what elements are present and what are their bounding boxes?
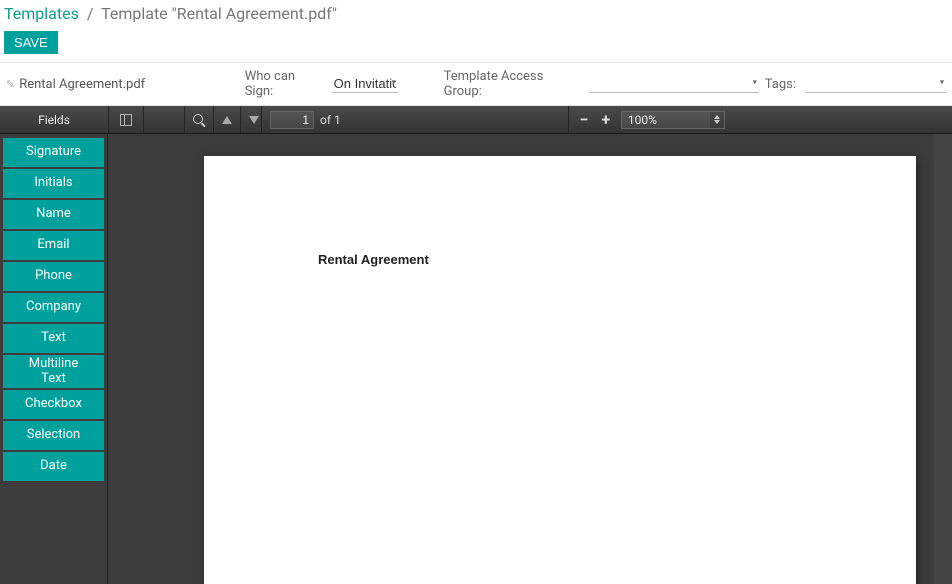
workspace: Signature Initials Name Email Phone Comp… bbox=[0, 134, 952, 584]
field-date[interactable]: Date bbox=[3, 452, 104, 481]
filename-display[interactable]: ✎ Rental Agreement.pdf bbox=[6, 77, 233, 92]
zoom-out-button[interactable]: − bbox=[577, 110, 591, 129]
page-indicator: of 1 bbox=[261, 106, 349, 133]
toggle-sidebar-button[interactable] bbox=[108, 106, 144, 133]
search-button[interactable] bbox=[184, 106, 213, 133]
arrow-down-icon bbox=[249, 116, 259, 124]
sidebar-icon bbox=[120, 114, 132, 126]
who-can-sign-label: Who can Sign: bbox=[245, 69, 326, 99]
breadcrumb-current: Template "Rental Agreement.pdf" bbox=[101, 4, 337, 23]
field-initials[interactable]: Initials bbox=[3, 169, 104, 198]
field-phone[interactable]: Phone bbox=[3, 262, 104, 291]
arrow-up-icon bbox=[222, 116, 232, 124]
pdf-page[interactable]: Rental Agreement bbox=[204, 156, 916, 584]
page-number-input[interactable] bbox=[270, 111, 314, 129]
field-name[interactable]: Name bbox=[3, 200, 104, 229]
breadcrumb-separator: / bbox=[87, 4, 94, 23]
save-button[interactable]: SAVE bbox=[4, 31, 58, 54]
filename-text: Rental Agreement.pdf bbox=[19, 77, 145, 92]
zoom-in-button[interactable]: + bbox=[599, 110, 613, 129]
field-text[interactable]: Text bbox=[3, 324, 104, 353]
fields-panel: Signature Initials Name Email Phone Comp… bbox=[0, 134, 108, 584]
template-access-group-select[interactable] bbox=[589, 75, 759, 93]
prev-page-button[interactable] bbox=[213, 106, 240, 133]
tags-select[interactable] bbox=[806, 75, 946, 93]
zoom-value: 100% bbox=[628, 113, 657, 127]
field-email[interactable]: Email bbox=[3, 231, 104, 260]
field-signature[interactable]: Signature bbox=[3, 138, 104, 167]
pencil-icon: ✎ bbox=[6, 78, 15, 91]
next-page-button[interactable] bbox=[240, 106, 261, 133]
tags-label: Tags: bbox=[765, 77, 800, 92]
document-heading: Rental Agreement bbox=[318, 252, 429, 267]
scrollbar-vertical[interactable] bbox=[934, 134, 952, 584]
field-multiline-text[interactable]: Multiline Text bbox=[3, 355, 104, 389]
who-can-sign-select[interactable] bbox=[332, 75, 398, 93]
field-checkbox[interactable]: Checkbox bbox=[3, 390, 104, 419]
zoom-caret-icon bbox=[710, 112, 724, 128]
field-selection[interactable]: Selection bbox=[3, 421, 104, 450]
action-bar: SAVE bbox=[0, 31, 952, 62]
search-icon bbox=[193, 114, 205, 126]
zoom-select[interactable]: 100% bbox=[621, 111, 725, 129]
pdf-viewer[interactable]: Rental Agreement bbox=[108, 134, 952, 584]
breadcrumb-root[interactable]: Templates bbox=[4, 4, 79, 23]
page-count-label: of 1 bbox=[314, 113, 341, 127]
breadcrumb: Templates / Template "Rental Agreement.p… bbox=[0, 0, 952, 31]
pdf-toolbar: Fields of 1 − + 100% bbox=[0, 106, 952, 134]
fields-panel-header: Fields bbox=[0, 106, 108, 133]
zoom-controls: − + 100% bbox=[568, 106, 733, 133]
field-company[interactable]: Company bbox=[3, 293, 104, 322]
template-meta-bar: ✎ Rental Agreement.pdf Who can Sign: ▾ T… bbox=[0, 62, 952, 106]
template-access-group-label: Template Access Group: bbox=[444, 69, 583, 99]
